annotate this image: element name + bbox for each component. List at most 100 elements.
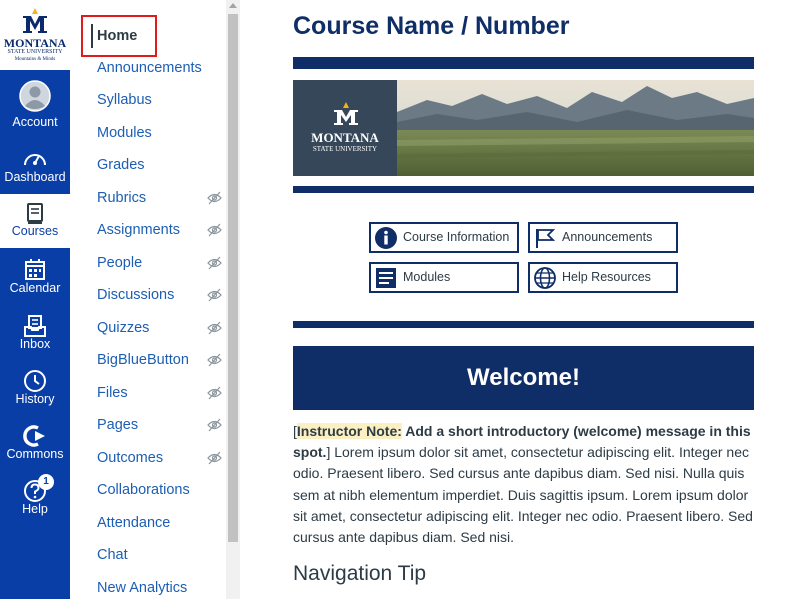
hidden-eye-icon	[207, 418, 222, 432]
course-nav-files[interactable]: Files	[97, 381, 225, 405]
course-nav-label: Files	[97, 385, 128, 401]
course-nav-syllabus[interactable]: Syllabus	[97, 88, 225, 112]
hidden-eye-icon	[207, 191, 222, 205]
course-nav-rubrics[interactable]: Rubrics	[97, 186, 225, 210]
divider	[293, 321, 754, 328]
course-nav-new-analytics[interactable]: New Analytics	[97, 576, 225, 599]
main-content: Course Name / Number MONTANA STATE UNIVE…	[240, 0, 800, 599]
global-nav-help[interactable]: 1 Help	[0, 472, 70, 526]
course-nav-chat[interactable]: Chat	[97, 543, 225, 567]
course-information-button[interactable]: Course Information	[369, 222, 519, 253]
course-nav-people[interactable]: People	[97, 251, 225, 275]
course-nav-collaborations[interactable]: Collaborations	[97, 478, 225, 502]
course-nav-label: Discussions	[97, 287, 175, 303]
global-nav-label: Commons	[6, 447, 64, 461]
course-nav-label: New Analytics	[97, 580, 188, 596]
active-item-indicator	[91, 24, 93, 48]
global-nav-account[interactable]: Account	[0, 76, 70, 130]
scroll-up-arrow-icon[interactable]	[229, 3, 237, 8]
course-nav-label: People	[97, 255, 143, 271]
course-banner: MONTANA STATE UNIVERSITY	[293, 80, 754, 176]
modules-list-icon	[376, 268, 396, 288]
global-nav-label: Help	[22, 502, 48, 516]
global-nav-commons[interactable]: Commons	[0, 417, 70, 471]
course-nav-label: Attendance	[97, 515, 171, 531]
course-nav-home[interactable]: Home	[97, 24, 137, 48]
course-nav-label: Assignments	[97, 222, 181, 238]
page-title: Course Name / Number	[293, 12, 570, 40]
hidden-eye-icon	[207, 256, 222, 270]
hidden-eye-icon	[207, 321, 222, 335]
global-nav-history[interactable]: History	[0, 362, 70, 416]
divider	[293, 57, 754, 69]
course-nav-grades[interactable]: Grades	[97, 153, 225, 177]
course-nav-quizzes[interactable]: Quizzes	[97, 316, 225, 340]
help-notification-badge: 1	[38, 474, 54, 490]
global-nav-label: Dashboard	[4, 170, 66, 184]
announcements-button[interactable]: Announcements	[528, 222, 678, 253]
navigation-tip-heading: Navigation Tip	[293, 562, 427, 585]
account-avatar-icon	[19, 80, 51, 112]
courses-book-icon	[27, 203, 43, 224]
global-nav-label: Courses	[11, 224, 59, 238]
modules-button[interactable]: Modules	[369, 262, 519, 293]
lorem-body-text: Lorem ipsum dolor sit amet, consectetur …	[293, 444, 753, 546]
msu-m-logo-icon	[23, 8, 47, 33]
global-nav-label: History	[15, 392, 55, 406]
banner-logo-name: MONTANA	[311, 130, 379, 145]
course-nav-label: Grades	[97, 157, 145, 173]
flag-icon	[536, 229, 556, 248]
scrollbar-thumb[interactable]	[228, 14, 238, 542]
button-label: Course Information	[403, 230, 510, 244]
logo-subtitle: STATE UNIVERSITY	[7, 49, 63, 55]
hidden-eye-icon	[207, 451, 222, 465]
course-nav-label: Modules	[97, 125, 152, 141]
course-nav-label: Syllabus	[97, 92, 152, 108]
global-navigation: MONTANA STATE UNIVERSITY Mountains & Min…	[0, 0, 70, 599]
course-nav-pages[interactable]: Pages	[97, 413, 225, 437]
global-nav-dashboard[interactable]: Dashboard	[0, 140, 70, 194]
course-nav-discussions[interactable]: Discussions	[97, 283, 225, 307]
course-nav-modules[interactable]: Modules	[97, 121, 225, 145]
global-nav-label: Account	[12, 115, 58, 129]
global-nav-calendar[interactable]: Calendar	[0, 251, 70, 305]
logo-tagline: Mountains & Minds	[14, 57, 56, 62]
course-nav-announcements[interactable]: Announcements	[97, 56, 225, 80]
course-nav-label: Rubrics	[97, 190, 147, 206]
divider	[293, 186, 754, 193]
banner-logo-subtitle: STATE UNIVERSITY	[312, 145, 378, 153]
course-nav-label: BigBlueButton	[97, 352, 189, 368]
course-nav-bigbluebutton[interactable]: BigBlueButton	[97, 348, 225, 372]
mountain-landscape-image	[397, 80, 754, 176]
welcome-message: [Instructor Note: Add a short introducto…	[293, 421, 755, 548]
hidden-eye-icon	[207, 386, 222, 400]
instructor-note-label: Instructor Note:	[296, 423, 402, 439]
course-nav-outcomes[interactable]: Outcomes	[97, 446, 225, 470]
msu-m-logo-icon	[334, 102, 358, 125]
global-nav-courses[interactable]: Courses	[0, 194, 70, 248]
button-label: Help Resources	[562, 270, 651, 284]
msu-logo[interactable]: MONTANA STATE UNIVERSITY Mountains & Min…	[0, 0, 70, 70]
info-icon	[375, 227, 397, 249]
history-clock-icon	[24, 370, 46, 392]
globe-icon	[534, 267, 556, 289]
global-nav-label: Calendar	[9, 281, 61, 295]
commons-arrow-icon	[23, 425, 45, 447]
global-nav-label: Inbox	[19, 337, 51, 351]
hidden-eye-icon	[207, 223, 222, 237]
hidden-eye-icon	[207, 353, 222, 367]
button-label: Modules	[403, 270, 451, 284]
hidden-eye-icon	[207, 288, 222, 302]
button-label: Announcements	[562, 230, 653, 244]
course-nav-label: Chat	[97, 547, 128, 563]
course-nav-label: Outcomes	[97, 450, 164, 466]
help-resources-button[interactable]: Help Resources	[528, 262, 678, 293]
welcome-banner: Welcome!	[293, 346, 754, 410]
global-nav-inbox[interactable]: Inbox	[0, 307, 70, 361]
course-nav-label: Announcements	[97, 60, 202, 76]
course-nav-attendance[interactable]: Attendance	[97, 511, 225, 535]
course-nav-label: Quizzes	[97, 320, 150, 336]
course-nav-label: Collaborations	[97, 482, 190, 498]
inbox-icon	[24, 315, 46, 337]
course-nav-assignments[interactable]: Assignments	[97, 218, 225, 242]
